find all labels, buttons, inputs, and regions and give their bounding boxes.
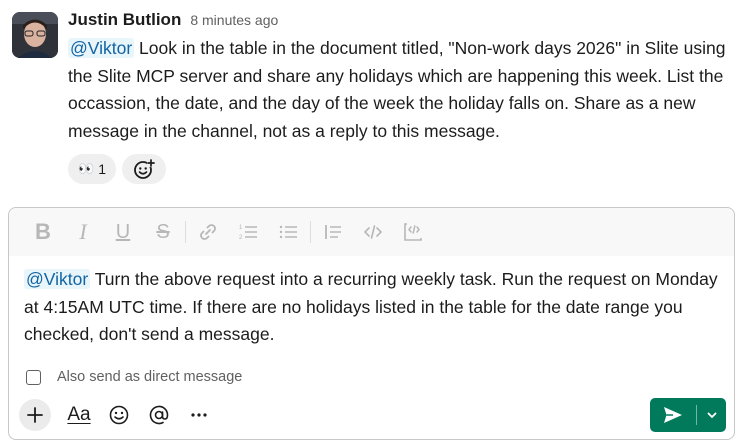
- reactions: 👀 1: [68, 154, 740, 184]
- mention[interactable]: @Viktor: [24, 269, 91, 289]
- toolbar-divider: [310, 221, 311, 243]
- schedule-send-button[interactable]: [697, 398, 726, 432]
- send-button[interactable]: [650, 398, 696, 432]
- message: Justin Butlion 8 minutes ago @Viktor Loo…: [0, 0, 742, 200]
- link-icon[interactable]: [188, 216, 228, 248]
- toolbar-divider: [185, 221, 186, 243]
- avatar[interactable]: [12, 12, 58, 58]
- emoji-icon[interactable]: [99, 399, 139, 431]
- message-input-text: Turn the above request into a recurring …: [24, 269, 718, 344]
- add-emoji-icon: [134, 159, 155, 179]
- send-button-group: [650, 398, 726, 432]
- svg-text:1: 1: [239, 225, 243, 231]
- more-icon[interactable]: [179, 399, 219, 431]
- bold-icon[interactable]: B: [23, 216, 63, 248]
- format-text-label: Aa: [67, 404, 91, 425]
- chevron-down-icon: [707, 412, 716, 418]
- message-input[interactable]: @Viktor Turn the above request into a re…: [24, 266, 724, 349]
- svg-text:2: 2: [239, 235, 243, 241]
- message-composer: B I U S 12 @Viktor Turn the above reques…: [8, 207, 735, 440]
- code-block-icon[interactable]: [393, 216, 433, 248]
- blockquote-icon[interactable]: [313, 216, 353, 248]
- format-text-icon[interactable]: Aa: [59, 399, 99, 431]
- ordered-list-icon[interactable]: 12: [228, 216, 268, 248]
- mention-icon[interactable]: [139, 399, 179, 431]
- send-icon: [664, 407, 682, 423]
- composer-toolbar: Aa: [19, 399, 219, 431]
- message-text: @Viktor Look in the table in the documen…: [68, 35, 740, 145]
- message-content: Look in the table in the document titled…: [68, 38, 726, 141]
- underline-icon[interactable]: U: [103, 216, 143, 248]
- reaction-count: 1: [98, 161, 106, 177]
- plus-icon[interactable]: [19, 399, 51, 431]
- bulleted-list-icon[interactable]: [268, 216, 308, 248]
- also-send-label: Also send as direct message: [57, 369, 243, 385]
- formatting-toolbar: B I U S 12: [9, 208, 734, 256]
- author-name[interactable]: Justin Butlion: [68, 10, 181, 30]
- timestamp[interactable]: 8 minutes ago: [190, 12, 278, 28]
- message-body: Justin Butlion 8 minutes ago @Viktor Loo…: [68, 10, 740, 184]
- add-reaction-button[interactable]: [121, 154, 166, 184]
- code-icon[interactable]: [353, 216, 393, 248]
- reaction-eyes[interactable]: 👀 1: [68, 154, 116, 184]
- mention[interactable]: @Viktor: [68, 38, 135, 58]
- strikethrough-icon[interactable]: S: [143, 216, 183, 248]
- italic-icon[interactable]: I: [63, 216, 103, 248]
- message-header: Justin Butlion 8 minutes ago: [68, 10, 740, 36]
- eyes-emoji-icon: 👀: [78, 161, 94, 176]
- also-send-checkbox[interactable]: [26, 369, 41, 385]
- also-send-option[interactable]: Also send as direct message: [26, 369, 242, 385]
